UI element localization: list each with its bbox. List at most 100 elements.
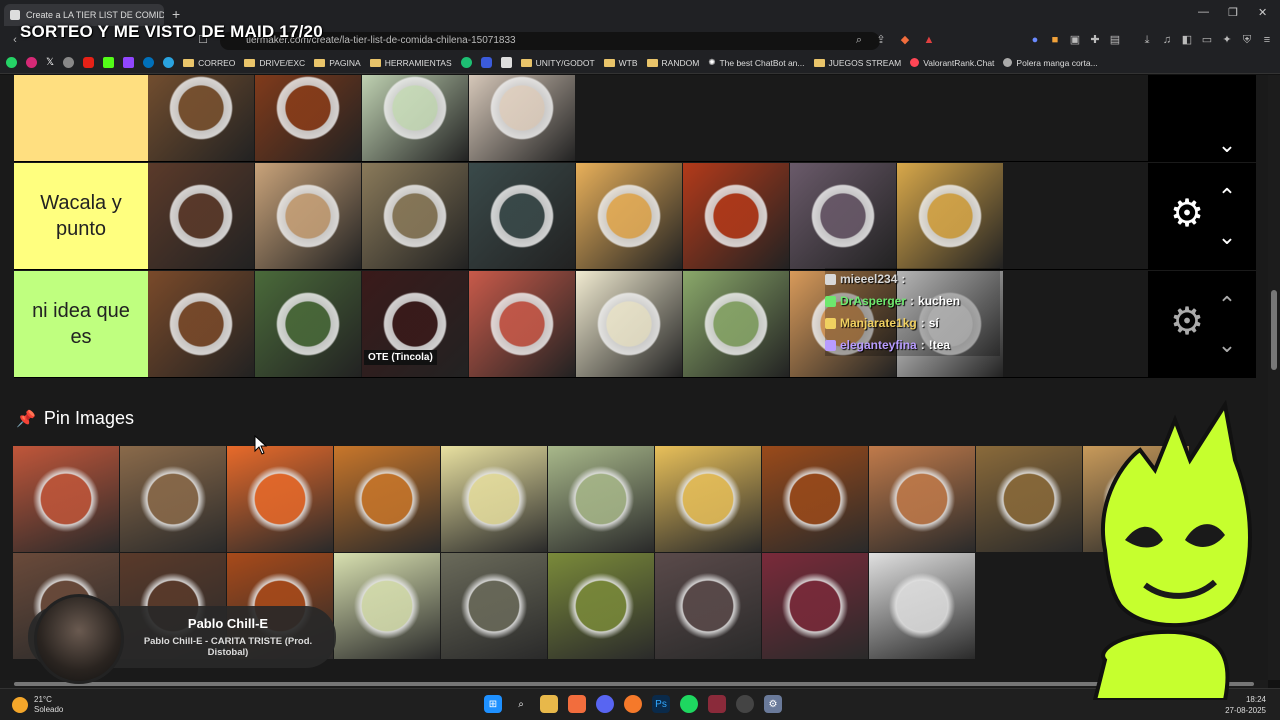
whatsapp-icon[interactable] [6, 57, 17, 68]
move-up-icon[interactable]: ⌃ [1214, 294, 1240, 316]
food-image[interactable] [148, 75, 254, 161]
pin-food-image[interactable] [869, 446, 975, 552]
paypal-icon[interactable] [143, 57, 155, 68]
menu-icon[interactable]: ≡ [1260, 33, 1274, 47]
bookmark-valorant[interactable]: ValorantRank.Chat [910, 58, 994, 68]
extension-icon[interactable]: ■ [1048, 33, 1062, 47]
food-image[interactable] [148, 163, 254, 269]
bookmark-chatbot[interactable]: ✺ The best ChatBot an... [708, 57, 804, 68]
pin-food-image[interactable] [762, 446, 868, 552]
move-down-icon[interactable]: ⌄ [1214, 226, 1240, 248]
zoom-icon[interactable]: ⌕ [852, 33, 866, 47]
valorant-icon[interactable] [708, 695, 726, 713]
pin-food-image[interactable] [976, 446, 1082, 552]
spotify-icon[interactable] [680, 695, 698, 713]
move-down-icon[interactable]: ⌄ [1214, 134, 1240, 156]
bookmark-wtb[interactable]: WTB [603, 58, 638, 68]
food-image[interactable] [897, 163, 1003, 269]
site-icon[interactable] [500, 57, 512, 68]
move-up-icon[interactable]: ⌃ [1214, 186, 1240, 208]
discord-icon[interactable] [596, 695, 614, 713]
food-image[interactable] [469, 75, 575, 161]
food-image[interactable] [469, 271, 575, 377]
new-tab-button[interactable]: + [172, 6, 180, 22]
photoshop-icon[interactable]: Ps [652, 695, 670, 713]
download-icon[interactable]: ⤓ [1140, 33, 1154, 47]
file-explorer-icon[interactable] [540, 695, 558, 713]
food-image[interactable] [790, 163, 896, 269]
bookmark-unity[interactable]: UNITY/GODOT [520, 58, 595, 68]
food-image[interactable] [683, 271, 789, 377]
food-image[interactable] [362, 163, 468, 269]
food-image[interactable] [148, 271, 254, 377]
food-image[interactable] [255, 163, 361, 269]
close-window-button[interactable]: ✕ [1258, 6, 1267, 19]
pin-food-image[interactable] [655, 553, 761, 659]
food-image[interactable] [255, 271, 361, 377]
search-icon[interactable]: ⌕ [512, 695, 530, 713]
pin-food-image[interactable] [441, 553, 547, 659]
windows-start-icon[interactable]: ⊞ [484, 695, 502, 713]
leo-icon[interactable]: ✦ [1220, 33, 1234, 47]
move-down-icon[interactable]: ⌄ [1214, 334, 1240, 356]
pin-food-image[interactable] [869, 553, 975, 659]
extension-icon[interactable]: ▣ [1068, 33, 1082, 47]
pin-food-image[interactable] [441, 446, 547, 552]
site-icon[interactable] [480, 57, 492, 68]
gear-icon[interactable]: ⚙ [1170, 303, 1204, 341]
tier-label[interactable]: Wacala y punto [14, 163, 148, 269]
pin-food-image[interactable] [120, 446, 226, 552]
food-image[interactable] [255, 75, 361, 161]
food-image[interactable]: OTE (Tincola) [362, 271, 468, 377]
pin-food-image[interactable] [334, 446, 440, 552]
tier-label[interactable] [14, 75, 148, 161]
weather-widget[interactable]: 21°C Soleado [12, 695, 63, 715]
pin-food-image[interactable] [13, 446, 119, 552]
instagram-icon[interactable] [26, 57, 37, 68]
food-image[interactable] [362, 75, 468, 161]
kick-icon[interactable] [103, 57, 115, 68]
bookmark-random[interactable]: RANDOM [646, 58, 699, 68]
pin-food-image[interactable] [227, 446, 333, 552]
brave-rewards-icon[interactable]: ▲ [922, 33, 936, 47]
obs-icon[interactable] [736, 695, 754, 713]
bookmark-pagina[interactable]: PAGINA [314, 58, 361, 68]
apple-icon[interactable] [63, 57, 75, 68]
music-icon[interactable]: ♫ [1160, 33, 1174, 47]
brave-icon[interactable] [568, 695, 586, 713]
telegram-icon[interactable] [163, 57, 175, 68]
x-twitter-icon[interactable]: 𝕏 [46, 57, 54, 68]
bookmark-juegos[interactable]: JUEGOS STREAM [813, 58, 901, 68]
settings-icon[interactable]: ⚙ [764, 695, 782, 713]
share-icon[interactable]: ⇪ [874, 33, 888, 47]
food-image[interactable] [469, 163, 575, 269]
pin-food-image[interactable] [334, 553, 440, 659]
bookmark-polera[interactable]: Polera manga corta... [1003, 58, 1098, 68]
tab-search-icon[interactable]: ▤ [1108, 33, 1122, 47]
vpn-icon[interactable]: ⛨ [1240, 33, 1254, 47]
extension-icon[interactable]: ● [1028, 33, 1042, 47]
scrollbar-thumb[interactable] [14, 682, 1254, 686]
puzzle-icon[interactable]: ✚ [1088, 33, 1102, 47]
youtube-icon[interactable] [83, 57, 95, 68]
horizontal-scrollbar[interactable] [0, 680, 1268, 688]
food-image[interactable] [576, 163, 682, 269]
twitch-icon[interactable] [123, 57, 135, 68]
tier-label[interactable]: ni idea que es [14, 271, 148, 377]
bookmark-herramientas[interactable]: HERRAMIENTAS [369, 58, 452, 68]
food-image[interactable] [683, 163, 789, 269]
blender-icon[interactable] [624, 695, 642, 713]
bookmark-drive[interactable]: DRIVE/EXC [244, 58, 305, 68]
scrollbar-thumb[interactable] [1271, 290, 1277, 370]
pin-food-image[interactable] [548, 446, 654, 552]
sidebar-icon[interactable]: ◧ [1180, 33, 1194, 47]
site-icon[interactable] [460, 57, 472, 68]
bookmark-correo[interactable]: CORREO [183, 58, 235, 68]
food-image[interactable] [576, 271, 682, 377]
brave-shield-icon[interactable]: ◆ [898, 33, 912, 47]
wallet-icon[interactable]: ▭ [1200, 33, 1214, 47]
minimize-button[interactable]: — [1198, 6, 1209, 18]
gear-icon[interactable]: ⚙ [1170, 195, 1204, 233]
pin-food-image[interactable] [548, 553, 654, 659]
pin-food-image[interactable] [762, 553, 868, 659]
